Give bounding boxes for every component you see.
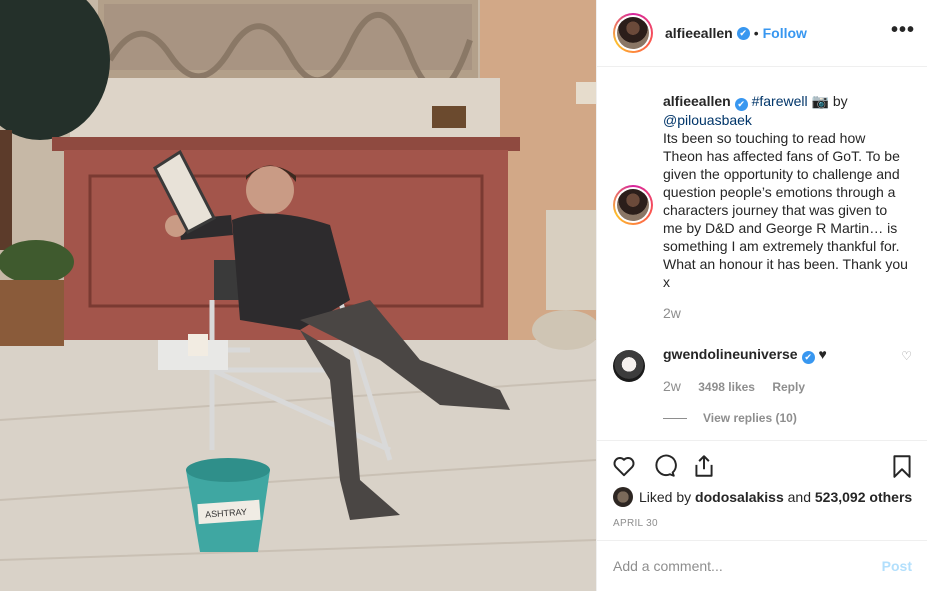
caption-text: Its been so touching to read how Theon h… bbox=[663, 130, 908, 290]
liker-username[interactable]: dodosalakiss bbox=[695, 489, 784, 505]
commenter-username[interactable]: gwendolineuniverse bbox=[663, 346, 798, 362]
author-username[interactable]: alfieeallen bbox=[665, 25, 733, 41]
comment-line: gwendolineuniverse ✔ ♥ bbox=[663, 345, 908, 364]
caption-verified-icon: ✔ bbox=[734, 98, 748, 111]
caption-time[interactable]: 2w bbox=[663, 305, 908, 321]
liker-avatar[interactable] bbox=[613, 487, 633, 507]
replies-divider bbox=[663, 417, 687, 419]
action-bar bbox=[597, 440, 927, 490]
post-side-panel: alfieeallen ✔ • Follow ••• alfieeallen ✔ … bbox=[596, 0, 927, 591]
comment-text: ♥ bbox=[818, 346, 827, 362]
comment-body: gwendolineuniverse ✔ ♥ 2w 3498 likes Repl… bbox=[663, 345, 908, 394]
commenter-verified-icon: ✔ bbox=[801, 351, 815, 364]
mention-link[interactable]: @pilouasbaek bbox=[663, 112, 752, 128]
post-date[interactable]: APRIL 30 bbox=[613, 518, 658, 529]
more-options-icon[interactable]: ••• bbox=[891, 20, 915, 40]
bookmark-icon[interactable] bbox=[889, 453, 915, 479]
share-icon[interactable] bbox=[691, 453, 717, 479]
post-photo[interactable]: ASHTRAY bbox=[0, 0, 596, 591]
post-button[interactable]: Post bbox=[882, 558, 912, 574]
caption-body: alfieeallen ✔ #farewell 📷 by @pilouasbaek… bbox=[663, 92, 908, 321]
commenter-avatar[interactable] bbox=[613, 350, 645, 382]
likes-summary: Liked by dodosalakiss and 523,092 others bbox=[613, 487, 912, 507]
reply-button[interactable]: Reply bbox=[772, 380, 805, 394]
comment-time[interactable]: 2w bbox=[663, 378, 681, 394]
instagram-post: ASHTRAY alfieeallen ✔ • Follow ••• alfie… bbox=[0, 0, 927, 591]
comment-icon[interactable] bbox=[651, 453, 677, 479]
heart-icon[interactable] bbox=[611, 453, 637, 479]
likes-others[interactable]: 523,092 others bbox=[815, 489, 912, 505]
hashtag-link[interactable]: #farewell bbox=[752, 93, 808, 109]
author-avatar[interactable] bbox=[613, 13, 653, 53]
camera-emoji-icon: 📷 bbox=[811, 93, 829, 109]
likes-middle: and bbox=[787, 489, 811, 505]
photo-illustration: ASHTRAY bbox=[0, 0, 596, 591]
verified-badge-icon: ✔ bbox=[736, 26, 750, 40]
comment-likes[interactable]: 3498 likes bbox=[698, 380, 755, 394]
header-separator: • bbox=[753, 25, 759, 41]
view-replies-label: View replies (10) bbox=[703, 411, 797, 425]
small-heart-icon[interactable]: ♡ bbox=[901, 349, 912, 363]
caption-by: by bbox=[832, 93, 848, 109]
likes-prefix: Liked by bbox=[639, 489, 692, 505]
follow-button[interactable]: Follow bbox=[763, 25, 807, 41]
post-header: alfieeallen ✔ • Follow ••• bbox=[597, 0, 927, 67]
caption-avatar[interactable] bbox=[613, 185, 653, 225]
comments-list[interactable]: alfieeallen ✔ #farewell 📷 by @pilouasbaek… bbox=[597, 67, 927, 440]
caption-username[interactable]: alfieeallen bbox=[663, 93, 731, 109]
comment-meta: 2w 3498 likes Reply bbox=[663, 378, 908, 394]
add-comment-bar: Post bbox=[597, 540, 927, 591]
add-comment-input[interactable] bbox=[613, 558, 882, 574]
view-replies-button[interactable]: View replies (10) bbox=[663, 411, 797, 425]
caption-first-line: alfieeallen ✔ #farewell 📷 by @pilouasbaek bbox=[663, 92, 908, 129]
